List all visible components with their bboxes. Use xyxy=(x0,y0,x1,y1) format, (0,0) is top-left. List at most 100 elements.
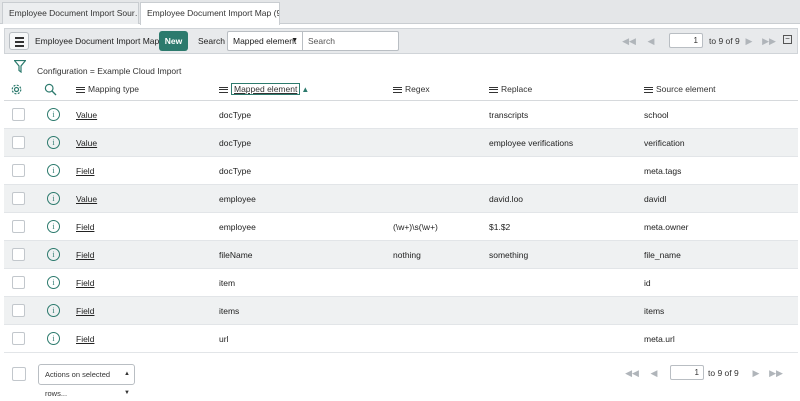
source-element-cell: file_name xyxy=(644,250,681,260)
table-row: i Value docType transcripts school xyxy=(4,101,798,129)
source-element-cell: meta.tags xyxy=(644,166,682,176)
gear-icon[interactable] xyxy=(10,83,23,98)
actions-select-value: Actions on selected rows... xyxy=(45,370,111,398)
info-icon[interactable]: i xyxy=(47,332,60,345)
search-field-value: Mapped element xyxy=(233,36,297,46)
tab-import-source[interactable]: Employee Document Import Sour… xyxy=(2,2,139,24)
search-icon[interactable] xyxy=(44,83,57,98)
next-page-icon[interactable]: ▶ xyxy=(748,363,764,383)
page-range-text: to 9 of 9 xyxy=(709,36,740,46)
mapping-type-link[interactable]: Value xyxy=(76,138,97,148)
row-checkbox[interactable] xyxy=(12,220,25,233)
column-menu-icon[interactable] xyxy=(76,85,85,94)
new-button[interactable]: New xyxy=(159,31,188,51)
table-row: i Field items items xyxy=(4,297,798,325)
info-icon[interactable]: i xyxy=(47,164,60,177)
mapping-type-link[interactable]: Field xyxy=(76,306,94,316)
actions-select[interactable]: Actions on selected rows... ▲ ▼ xyxy=(38,364,135,398)
list-title: Employee Document Import Map xyxy=(35,36,160,46)
page-range-text: to 9 of 9 xyxy=(708,368,739,378)
tab-import-map[interactable]: Employee Document Import Map (9) xyxy=(140,2,280,25)
info-icon[interactable]: i xyxy=(47,220,60,233)
replace-cell: something xyxy=(489,250,529,260)
source-element-cell: meta.url xyxy=(644,334,675,344)
previous-page-icon[interactable]: ◀ xyxy=(646,363,662,383)
caret-updown-icon: ▲ ▼ xyxy=(124,371,130,396)
funnel-icon[interactable] xyxy=(13,59,27,75)
table-row: i Field item id xyxy=(4,269,798,297)
sort-ascending-icon: ▲ xyxy=(301,85,310,94)
mapped-element-cell: items xyxy=(219,306,240,316)
list-toolbar: Employee Document Import Map New Search … xyxy=(4,28,798,54)
info-icon[interactable]: i xyxy=(47,304,60,317)
mapping-type-link[interactable]: Field xyxy=(76,222,94,232)
table-row: i Field fileName nothing something file_… xyxy=(4,241,798,269)
table-row: i Value employee david.loo davidl xyxy=(4,185,798,213)
search-label: Search xyxy=(198,36,225,46)
mapping-type-link[interactable]: Field xyxy=(76,166,94,176)
row-checkbox[interactable] xyxy=(12,192,25,205)
source-element-cell: davidl xyxy=(644,194,667,204)
bottom-pagination: ◀◀ ◀ to 9 of 9 ▶ ▶▶ xyxy=(624,363,794,383)
select-all-checkbox[interactable] xyxy=(12,367,26,381)
column-header-mapping-type[interactable]: Mapping type xyxy=(76,84,139,94)
info-icon[interactable]: i xyxy=(47,192,60,205)
replace-cell: employee verifications xyxy=(489,138,574,148)
table-header: Mapping type Mapped element ▲ Regex Repla… xyxy=(4,79,798,101)
row-checkbox[interactable] xyxy=(12,248,25,261)
filter-condition[interactable]: Configuration = Example Cloud Import xyxy=(37,66,181,76)
info-icon[interactable]: i xyxy=(47,136,60,149)
last-page-icon[interactable]: ▶▶ xyxy=(761,31,777,51)
row-checkbox[interactable] xyxy=(12,108,25,121)
mapping-type-link[interactable]: Field xyxy=(76,278,94,288)
row-checkbox[interactable] xyxy=(12,304,25,317)
page-number-input[interactable] xyxy=(670,365,704,380)
next-page-icon[interactable]: ▶ xyxy=(741,31,757,51)
mapping-type-link[interactable]: Value xyxy=(76,194,97,204)
hamburger-icon xyxy=(15,37,24,39)
column-menu-icon[interactable] xyxy=(219,85,228,94)
previous-page-icon[interactable]: ◀ xyxy=(643,31,659,51)
tab-bar: Employee Document Import Sour… Employee … xyxy=(0,0,800,25)
row-checkbox[interactable] xyxy=(12,332,25,345)
source-element-cell: items xyxy=(644,306,665,316)
mapping-type-link[interactable]: Field xyxy=(76,334,94,344)
column-menu-icon[interactable] xyxy=(393,85,402,94)
row-checkbox[interactable] xyxy=(12,164,25,177)
first-page-icon[interactable]: ◀◀ xyxy=(621,31,637,51)
column-header-mapped-element[interactable]: Mapped element ▲ xyxy=(219,83,310,95)
regex-cell: (\w+)\s(\w+) xyxy=(393,222,438,232)
mapped-element-cell: fileName xyxy=(219,250,253,260)
page-number-input[interactable] xyxy=(669,33,703,48)
table-row: i Field docType meta.tags xyxy=(4,157,798,185)
search-field-select[interactable]: Mapped element ▼ xyxy=(227,31,303,51)
mapped-element-cell: employee xyxy=(219,194,256,204)
mapping-type-link[interactable]: Field xyxy=(76,250,94,260)
first-page-icon[interactable]: ◀◀ xyxy=(624,363,640,383)
column-header-replace[interactable]: Replace xyxy=(489,84,532,94)
regex-cell: nothing xyxy=(393,250,421,260)
info-icon[interactable]: i xyxy=(47,276,60,289)
column-menu-icon[interactable] xyxy=(489,85,498,94)
source-element-cell: id xyxy=(644,278,651,288)
mapped-element-cell: url xyxy=(219,334,229,344)
caret-down-icon: ▼ xyxy=(291,37,298,44)
last-page-icon[interactable]: ▶▶ xyxy=(768,363,784,383)
mapping-type-link[interactable]: Value xyxy=(76,110,97,120)
list-menu-button[interactable] xyxy=(9,32,29,50)
row-checkbox[interactable] xyxy=(12,136,25,149)
info-icon[interactable]: i xyxy=(47,108,60,121)
replace-cell: david.loo xyxy=(489,194,524,204)
column-header-source-element[interactable]: Source element xyxy=(644,84,716,94)
info-icon[interactable]: i xyxy=(47,248,60,261)
mapped-element-cell: employee xyxy=(219,222,256,232)
mapped-element-cell: docType xyxy=(219,110,252,120)
row-checkbox[interactable] xyxy=(12,276,25,289)
collapse-icon[interactable]: − xyxy=(783,35,792,44)
column-menu-icon[interactable] xyxy=(644,85,653,94)
search-input[interactable] xyxy=(302,31,399,51)
mapped-element-cell: item xyxy=(219,278,236,288)
table-row: i Field url meta.url xyxy=(4,325,798,353)
replace-cell: transcripts xyxy=(489,110,529,120)
column-header-regex[interactable]: Regex xyxy=(393,84,430,94)
